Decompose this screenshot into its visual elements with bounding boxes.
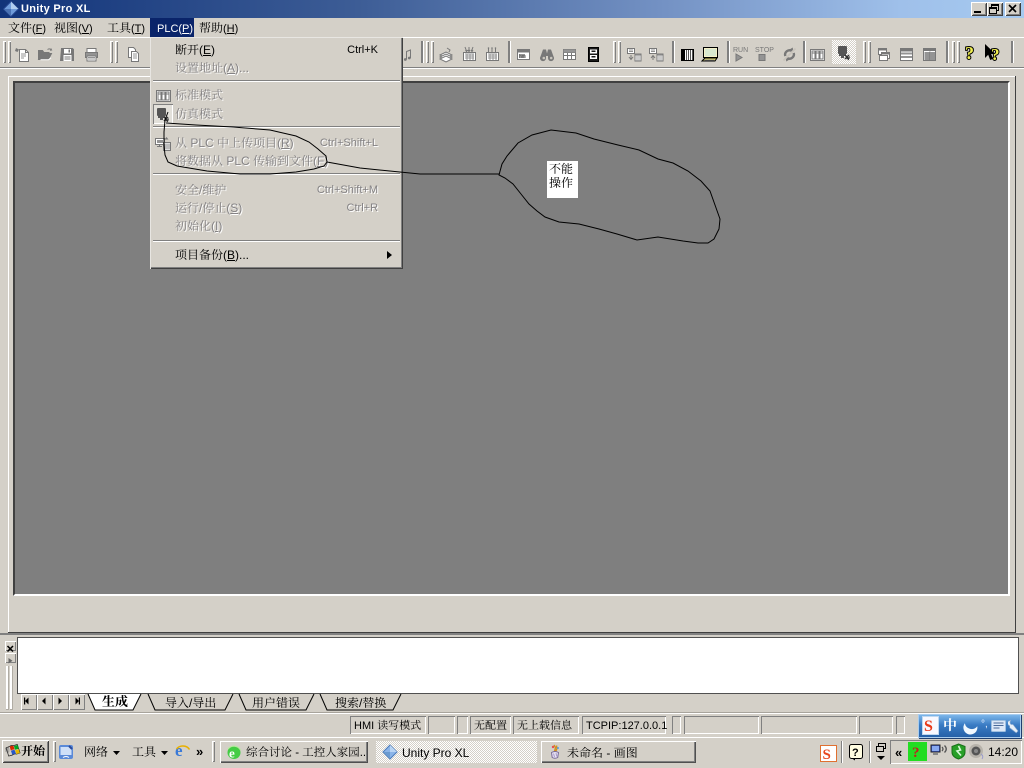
- svg-text:/: /: [359, 696, 363, 710]
- svg-text:PLC: PLC: [187, 136, 217, 150]
- svg-text:(A)...: (A)...: [223, 61, 249, 75]
- svg-text:/: /: [189, 696, 193, 710]
- svg-text:-: -: [292, 747, 302, 759]
- svg-text:Unity Pro XL: Unity Pro XL: [402, 746, 470, 760]
- svg-text:hm: hm: [519, 54, 526, 60]
- svg-text:?: ?: [852, 747, 859, 759]
- svg-text:RUN: RUN: [733, 47, 748, 54]
- svg-text:e: e: [175, 742, 183, 760]
- svg-text:(R): (R): [277, 136, 294, 150]
- svg-text:S: S: [823, 747, 831, 762]
- svg-text:-: -: [603, 746, 614, 760]
- svg-text:...: ...: [360, 747, 365, 759]
- svg-text:(I): (I): [211, 219, 222, 233]
- svg-text:?: ?: [912, 745, 920, 761]
- svg-text:PLC: PLC: [223, 154, 253, 168]
- svg-text:?: ?: [991, 45, 1000, 63]
- svg-text:STOP: STOP: [755, 47, 774, 54]
- svg-text:HMI: HMI: [354, 720, 377, 732]
- svg-text:TCPIP:127.0.0.1: TCPIP:127.0.0.1: [586, 720, 667, 732]
- svg-text:(B)...: (B)...: [223, 248, 249, 262]
- svg-text:(F): (F): [313, 154, 328, 168]
- svg-text:S: S: [924, 718, 933, 735]
- svg-text:(S): (S): [226, 201, 242, 215]
- svg-text:(E): (E): [199, 43, 215, 57]
- svg-text:?: ?: [965, 44, 974, 63]
